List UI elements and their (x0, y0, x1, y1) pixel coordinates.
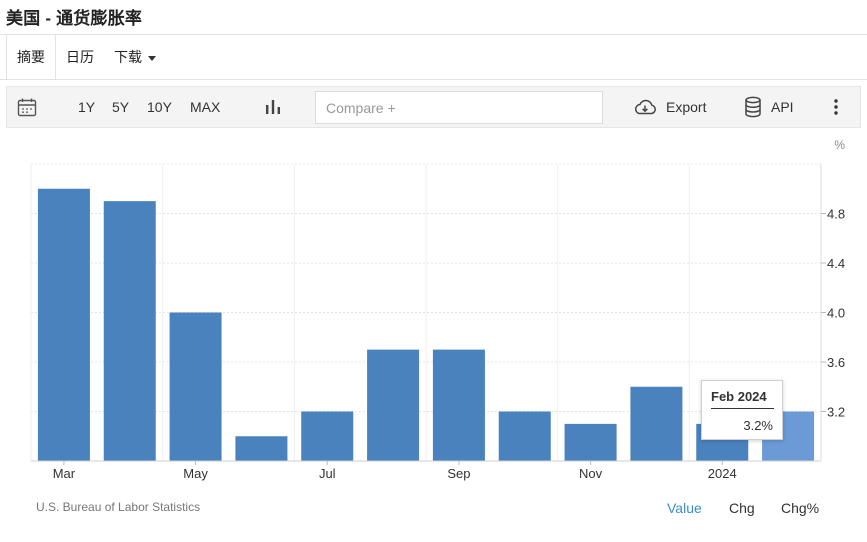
range-5y-button[interactable]: 5Y (112, 87, 129, 127)
caret-down-icon (148, 55, 156, 61)
database-icon (745, 96, 761, 118)
calendar-icon (17, 98, 37, 117)
tooltip-date: Feb 2024 (711, 389, 767, 404)
calendar-button[interactable] (17, 87, 37, 127)
more-options-button[interactable] (833, 87, 839, 127)
bar-chart-icon (266, 100, 280, 114)
range-max-button[interactable]: MAX (190, 87, 220, 127)
cloud-download-icon (634, 99, 656, 115)
y-tick-label: 4.8 (827, 207, 845, 222)
y-axis-unit: % (834, 138, 845, 152)
bar-2023-10[interactable] (498, 411, 551, 462)
tab-bar: 摘要 日历 下载 (6, 35, 166, 79)
x-tick-label: Jul (319, 466, 336, 481)
tabs-divider (0, 79, 867, 80)
tooltip-value: 3.2% (743, 418, 773, 433)
x-tick-label: Sep (447, 466, 470, 481)
bar-2023-03[interactable] (37, 188, 90, 461)
page-title: 美国 - 通货膨胀率 (6, 9, 143, 28)
bar-2023-12[interactable] (630, 386, 683, 461)
bar-2023-07[interactable] (301, 411, 354, 462)
data-tooltip: Feb 2024 3.2% (701, 380, 783, 440)
tab-calendar-label: 日历 (66, 49, 94, 65)
tab-download[interactable]: 下载 (104, 35, 166, 79)
x-tick-label: Mar (53, 466, 76, 481)
range-10y-button[interactable]: 10Y (147, 87, 172, 127)
mode-chg-pct-button[interactable]: Chg% (781, 500, 819, 516)
data-source: U.S. Bureau of Labor Statistics (36, 500, 201, 514)
bar-2023-08[interactable] (367, 349, 420, 461)
tab-summary-label: 摘要 (17, 49, 45, 65)
bar-2023-11[interactable] (564, 423, 617, 461)
mode-chg-button[interactable]: Chg (729, 500, 755, 516)
chart-area: 3.2 3.6 4.0 4.4 4.8 Mar May Jul Sep Nov 2024 % (0, 130, 867, 542)
range-1y-button[interactable]: 1Y (78, 87, 95, 127)
y-tick-label: 4.0 (827, 306, 845, 321)
tab-summary[interactable]: 摘要 (6, 35, 56, 79)
bar-2023-04[interactable] (103, 201, 156, 461)
x-tick-label: May (183, 466, 208, 481)
y-tick-label: 3.6 (827, 355, 845, 370)
chart-type-button[interactable] (264, 87, 282, 127)
tab-calendar[interactable]: 日历 (56, 35, 104, 79)
bar-2023-09[interactable] (432, 349, 485, 461)
bar-2023-05[interactable] (169, 312, 222, 462)
compare-input[interactable] (315, 91, 603, 124)
bar-chart: 3.2 3.6 4.0 4.4 4.8 Mar May Jul Sep Nov 2024 % (30, 138, 845, 481)
kebab-menu-icon (834, 99, 838, 115)
x-tick-label: Nov (579, 466, 603, 481)
tooltip-divider (711, 408, 774, 409)
api-button[interactable]: API (744, 87, 794, 127)
bar-2023-06[interactable] (235, 436, 288, 461)
export-button[interactable]: Export (632, 87, 706, 127)
y-tick-label: 4.4 (827, 256, 845, 271)
tab-download-label: 下载 (114, 49, 142, 65)
export-label: Export (666, 99, 707, 115)
chart-toolbar: 1Y 5Y 10Y MAX Export API (6, 86, 861, 128)
x-tick-label: 2024 (708, 466, 737, 481)
y-tick-label: 3.2 (827, 405, 845, 420)
mode-value-button[interactable]: Value (667, 500, 702, 516)
api-label: API (771, 99, 794, 115)
